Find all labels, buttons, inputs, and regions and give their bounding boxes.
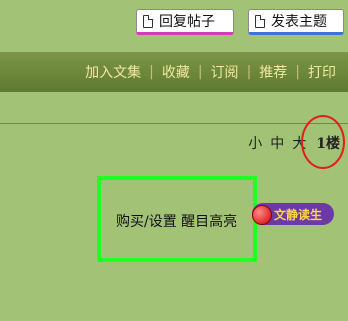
divider (0, 123, 348, 124)
favorite-link[interactable]: 收藏 (162, 62, 190, 82)
reply-post-label: 回复帖子 (159, 14, 215, 30)
print-link[interactable]: 打印 (308, 62, 336, 82)
user-badge-label: 文静读生 (274, 207, 323, 222)
separator: | (149, 64, 154, 80)
annotation-circle (301, 115, 345, 169)
subscribe-link[interactable]: 订阅 (211, 62, 239, 82)
document-icon (255, 14, 265, 28)
reply-post-button[interactable]: 回复帖子 (136, 9, 234, 35)
header-area: 回复帖子 发表主题 (0, 0, 348, 50)
recommend-link[interactable]: 推荐 (259, 62, 287, 82)
font-size-small-link[interactable]: 小 (248, 133, 262, 153)
document-icon (143, 14, 153, 28)
new-topic-button[interactable]: 发表主题 (248, 9, 344, 35)
font-size-medium-link[interactable]: 中 (270, 133, 284, 153)
new-topic-label: 发表主题 (271, 14, 327, 30)
separator: | (197, 64, 203, 80)
separator: | (246, 64, 252, 80)
post-action-bar: 加入文集 | 收藏 | 订阅 | 推荐 | 打印 (0, 52, 348, 92)
buy-highlight-link[interactable]: 购买/设置 醒目高亮 (116, 211, 237, 231)
separator: | (295, 64, 300, 80)
add-to-collection-link[interactable]: 加入文集 (85, 62, 141, 82)
gem-icon (252, 205, 272, 225)
